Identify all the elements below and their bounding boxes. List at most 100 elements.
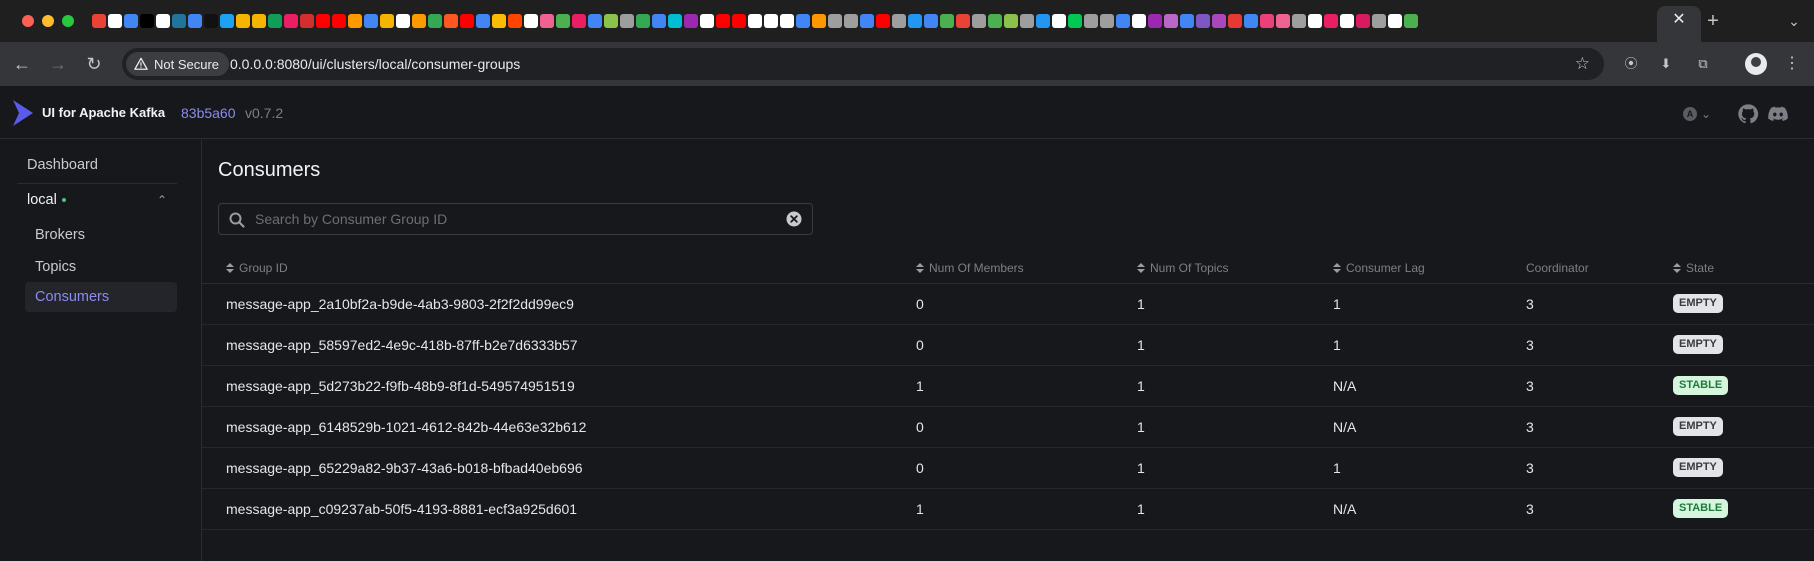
pinned-tab-favicon[interactable] <box>108 14 122 28</box>
theme-switcher[interactable]: A ⌄ <box>1683 105 1719 123</box>
download-icon[interactable]: ⬇ <box>1655 53 1677 75</box>
pinned-tab-favicon[interactable] <box>252 14 266 28</box>
sidebar-cluster-local[interactable]: local ⌃ <box>17 185 177 215</box>
table-row[interactable]: message-app_65229a82-9b37-43a6-b018-bfba… <box>202 448 1814 489</box>
pinned-tab-favicon[interactable] <box>220 14 234 28</box>
group-id-link[interactable]: message-app_c09237ab-50f5-4193-8881-ecf3… <box>226 501 577 517</box>
pinned-tab-favicon[interactable] <box>620 14 634 28</box>
table-row[interactable]: message-app_c09237ab-50f5-4193-8881-ecf3… <box>202 489 1814 530</box>
url-text[interactable]: 0.0.0.0:8080/ui/clusters/local/consumer-… <box>230 56 520 72</box>
pinned-tab-favicon[interactable] <box>332 14 346 28</box>
group-id-link[interactable]: message-app_65229a82-9b37-43a6-b018-bfba… <box>226 460 583 476</box>
pinned-tab-favicon[interactable] <box>380 14 394 28</box>
minimize-window-button[interactable] <box>42 15 54 27</box>
pinned-tab-favicon[interactable] <box>780 14 794 28</box>
pinned-tab-favicon[interactable] <box>92 14 106 28</box>
pinned-tab-favicon[interactable] <box>956 14 970 28</box>
reload-icon[interactable]: ↻ <box>80 50 108 78</box>
pinned-tab-favicon[interactable] <box>140 14 154 28</box>
pinned-tab-favicon[interactable] <box>556 14 570 28</box>
pinned-tab-favicon[interactable] <box>1036 14 1050 28</box>
close-window-button[interactable] <box>22 15 34 27</box>
browser-menu-icon[interactable]: ⋮ <box>1782 53 1802 75</box>
pinned-tab-favicon[interactable] <box>812 14 826 28</box>
pinned-tab-favicon[interactable] <box>540 14 554 28</box>
new-tab-button[interactable]: + <box>1701 9 1725 33</box>
pinned-tab-favicon[interactable] <box>732 14 746 28</box>
pinned-tab-favicon[interactable] <box>476 14 490 28</box>
sidebar-item-brokers[interactable]: Brokers <box>25 220 177 250</box>
pinned-tab-favicon[interactable] <box>1276 14 1290 28</box>
pinned-tab-favicon[interactable] <box>924 14 938 28</box>
pinned-tab-favicon[interactable] <box>508 14 522 28</box>
pinned-tab-favicon[interactable] <box>1324 14 1338 28</box>
pinned-tab-favicon[interactable] <box>764 14 778 28</box>
pinned-tab-favicon[interactable] <box>1228 14 1242 28</box>
pinned-tab-favicon[interactable] <box>908 14 922 28</box>
pinned-tab-favicon[interactable] <box>1404 14 1418 28</box>
pinned-tab-favicon[interactable] <box>604 14 618 28</box>
pinned-tab-favicon[interactable] <box>188 14 202 28</box>
search-input[interactable] <box>255 204 755 234</box>
pinned-tab-favicon[interactable] <box>876 14 890 28</box>
pinned-tab-favicon[interactable] <box>1180 14 1194 28</box>
pinned-tab-favicon[interactable] <box>684 14 698 28</box>
sidebar-item-topics[interactable]: Topics <box>25 252 177 282</box>
back-arrow-icon[interactable]: ← <box>8 50 36 78</box>
chevron-up-icon[interactable]: ⌃ <box>157 185 167 215</box>
pinned-tab-favicon[interactable] <box>1068 14 1082 28</box>
pinned-tab-favicon[interactable] <box>396 14 410 28</box>
pinned-tab-favicon[interactable] <box>1388 14 1402 28</box>
pinned-tab-favicon[interactable] <box>204 14 218 28</box>
group-id-link[interactable]: message-app_2a10bf2a-b9de-4ab3-9803-2f2f… <box>226 296 574 312</box>
pinned-tab-favicon[interactable] <box>1164 14 1178 28</box>
column-header-num-of-topics[interactable]: Num Of Topics <box>1137 261 1228 275</box>
pinned-tab-favicon[interactable] <box>588 14 602 28</box>
pinned-tab-favicon[interactable] <box>1356 14 1370 28</box>
table-row[interactable]: message-app_58597ed2-4e9c-418b-87ff-b2e7… <box>202 325 1814 366</box>
app-name[interactable]: UI for Apache Kafka <box>42 105 165 120</box>
tab-search-button[interactable]: ⌄ <box>1782 9 1806 33</box>
pinned-tab-favicon[interactable] <box>1020 14 1034 28</box>
forward-arrow-icon[interactable]: → <box>44 50 72 78</box>
pinned-tab-favicon[interactable] <box>1004 14 1018 28</box>
pinned-tab-favicon[interactable] <box>1292 14 1306 28</box>
pinned-tab-favicon[interactable] <box>972 14 986 28</box>
pinned-tab-favicon[interactable] <box>268 14 282 28</box>
pinned-tab-favicon[interactable] <box>1212 14 1226 28</box>
pinned-tab-favicon[interactable] <box>636 14 650 28</box>
column-header-consumer-lag[interactable]: Consumer Lag <box>1333 261 1425 275</box>
pinned-tab-favicon[interactable] <box>1052 14 1066 28</box>
pinned-tab-favicon[interactable] <box>892 14 906 28</box>
pinned-tab-favicon[interactable] <box>348 14 362 28</box>
github-icon[interactable] <box>1737 103 1759 125</box>
bookmark-star-icon[interactable]: ☆ <box>1575 54 1590 74</box>
pinned-tab-favicon[interactable] <box>1196 14 1210 28</box>
pinned-tab-favicon[interactable] <box>300 14 314 28</box>
pinned-tab-favicon[interactable] <box>1132 14 1146 28</box>
pinned-tab-favicon[interactable] <box>716 14 730 28</box>
pinned-tab-favicon[interactable] <box>1244 14 1258 28</box>
pinned-tab-favicon[interactable] <box>172 14 186 28</box>
pinned-tab-favicon[interactable] <box>1100 14 1114 28</box>
pinned-tab-favicon[interactable] <box>652 14 666 28</box>
pinned-tab-favicon[interactable] <box>860 14 874 28</box>
discord-icon[interactable] <box>1767 103 1789 125</box>
pinned-tab-favicon[interactable] <box>828 14 842 28</box>
pinned-tab-favicon[interactable] <box>1260 14 1274 28</box>
pinned-tab-favicon[interactable] <box>1340 14 1354 28</box>
pinned-tab-favicon[interactable] <box>1116 14 1130 28</box>
pinned-tab-favicon[interactable] <box>428 14 442 28</box>
pinned-tab-favicon[interactable] <box>1148 14 1162 28</box>
pinned-tab-favicon[interactable] <box>364 14 378 28</box>
pinned-tab-favicon[interactable] <box>748 14 762 28</box>
pinned-tab-favicon[interactable] <box>1372 14 1386 28</box>
pinned-tab-favicon[interactable] <box>940 14 954 28</box>
pinned-tab-favicon[interactable] <box>1084 14 1098 28</box>
pinned-tab-favicon[interactable] <box>572 14 586 28</box>
security-chip[interactable]: Not Secure <box>126 52 230 76</box>
pinned-tab-favicon[interactable] <box>124 14 138 28</box>
pinned-tab-favicon[interactable] <box>412 14 426 28</box>
sidebar-item-dashboard[interactable]: Dashboard <box>17 150 177 180</box>
pinned-tab-favicon[interactable] <box>444 14 458 28</box>
